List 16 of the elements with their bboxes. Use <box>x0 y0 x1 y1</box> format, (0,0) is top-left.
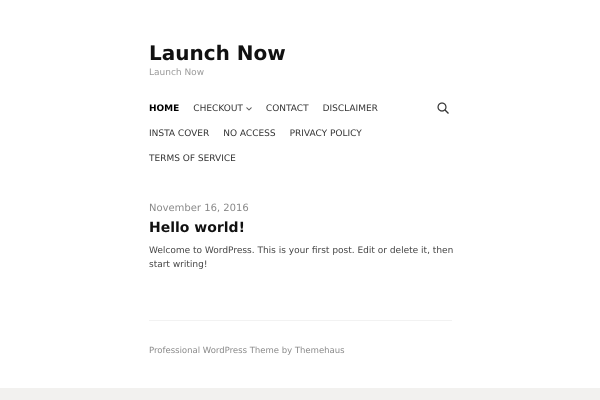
nav-link[interactable]: NO ACCESS <box>216 121 283 146</box>
nav-link[interactable]: CHECKOUT <box>186 96 259 121</box>
nav-link[interactable]: DISCLAIMER <box>316 96 385 121</box>
search-icon[interactable] <box>437 102 449 114</box>
nav-link[interactable]: HOME <box>142 96 186 121</box>
site-title: Launch Now <box>149 40 287 66</box>
site-tagline: Launch Now <box>149 68 206 78</box>
nav-link[interactable]: TERMS OF SERVICE <box>142 146 243 171</box>
nav-link[interactable]: PRIVACY POLICY <box>282 121 369 146</box>
chevron-down-icon <box>246 106 252 110</box>
nav-link[interactable]: INSTA COVER <box>142 121 216 146</box>
footer-credit: Professional WordPress Theme by Themehaus <box>149 346 346 356</box>
post-title[interactable]: Hello world! <box>149 220 452 236</box>
post-date: November 16, 2016 <box>149 203 250 214</box>
post-excerpt: Welcome to WordPress. This is your first post. Edit or delete it, then start writing! <box>149 245 454 272</box>
nav-link[interactable]: CONTACT <box>258 96 316 121</box>
